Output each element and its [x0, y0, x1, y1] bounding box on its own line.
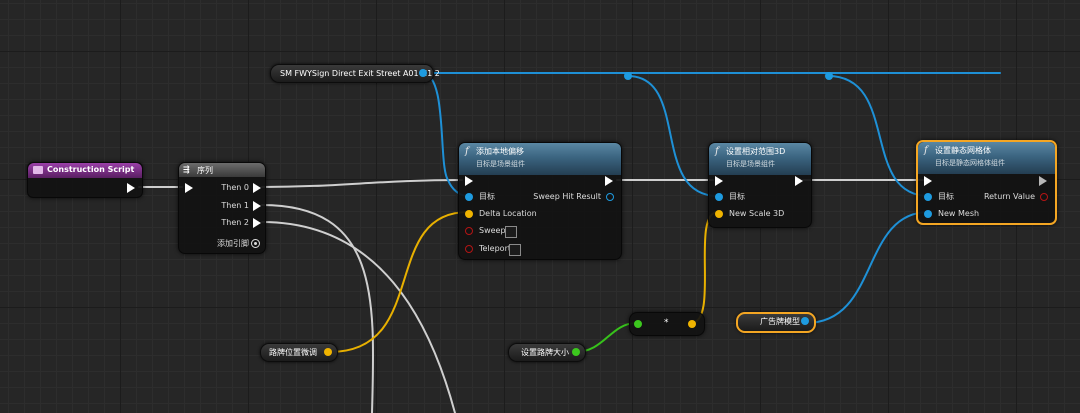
sweep-pin[interactable] — [465, 227, 473, 235]
delta-location-pin[interactable] — [465, 210, 473, 218]
object-output-pin[interactable] — [801, 317, 809, 325]
then2-pin[interactable] — [253, 218, 261, 228]
target-pin[interactable] — [465, 193, 473, 201]
exec-output-pin[interactable] — [605, 176, 613, 186]
exec-input-pin[interactable] — [185, 183, 193, 193]
exec-wire-then1 — [261, 204, 375, 413]
sm-mesh-variable-label: SM FWYSign Direct Exit Street A01 N1 2 — [280, 69, 440, 78]
reroute-knot-1 — [624, 72, 632, 80]
target-pin[interactable] — [924, 193, 932, 201]
target-label: 目标 — [479, 192, 495, 201]
multiply-symbol: * — [664, 318, 669, 328]
then2-label: Then 2 — [221, 218, 249, 227]
float-input-pin[interactable] — [634, 320, 642, 328]
object-wire-target-3 — [827, 75, 930, 197]
object-wire-target-2 — [627, 75, 719, 197]
multiply-node[interactable]: * — [629, 312, 705, 336]
construction-script-node[interactable]: Construction Script — [27, 162, 143, 198]
vector-output-pin[interactable] — [324, 348, 332, 356]
exec-output-pin[interactable] — [1039, 176, 1047, 186]
sm-mesh-variable-node[interactable]: SM FWYSign Direct Exit Street A01 N1 2 — [270, 64, 440, 83]
exec-output-pin[interactable] — [127, 183, 135, 193]
object-output-pin[interactable] — [419, 69, 427, 77]
set-static-mesh-header: f 设置静态网格体 目标是静态网格体组件 — [918, 142, 1055, 174]
sweep-label: Sweep — [479, 226, 506, 235]
sweep-checkbox[interactable] — [505, 226, 517, 238]
then1-label: Then 1 — [221, 201, 249, 210]
set-static-mesh-subtitle: 目标是静态网格体组件 — [935, 159, 1005, 167]
sign-offset-variable-node[interactable]: 路牌位置微调 — [260, 343, 338, 362]
function-icon: f — [465, 146, 469, 157]
target-label: 目标 — [938, 192, 954, 201]
exec-wire-then2 — [261, 221, 456, 413]
sequence-icon: ⇶ — [183, 165, 190, 174]
exec-input-pin[interactable] — [715, 176, 723, 186]
vector-wire-scale — [690, 211, 719, 324]
exec-input-pin[interactable] — [924, 176, 932, 186]
vector-output-pin[interactable] — [688, 320, 696, 328]
sign-offset-label: 路牌位置微调 — [269, 348, 317, 357]
new-scale-label: New Scale 3D — [729, 209, 785, 218]
teleport-checkbox[interactable] — [509, 244, 521, 256]
sequence-title: 序列 — [197, 166, 213, 175]
new-mesh-label: New Mesh — [938, 209, 980, 218]
new-mesh-pin[interactable] — [924, 210, 932, 218]
target-label: 目标 — [729, 192, 745, 201]
set-static-mesh-node[interactable]: f 设置静态网格体 目标是静态网格体组件 目标 Return Value New… — [916, 140, 1057, 225]
add-local-offset-title: 添加本地偏移 — [476, 147, 524, 156]
reroute-knot-2 — [825, 72, 833, 80]
sign-size-label: 设置路牌大小 — [521, 348, 569, 357]
set-relative-scale-node[interactable]: f 设置相对范围3D 目标是场景组件 目标 New Scale 3D — [708, 142, 812, 228]
exec-wire-then0 — [261, 179, 463, 188]
add-local-offset-subtitle: 目标是场景组件 — [476, 160, 525, 168]
vector-wire-delta — [329, 211, 469, 353]
function-icon: f — [715, 146, 719, 157]
construction-script-header: Construction Script — [28, 163, 142, 178]
exec-output-pin[interactable] — [795, 176, 803, 186]
set-relative-scale-subtitle: 目标是场景组件 — [726, 160, 775, 168]
new-scale-pin[interactable] — [715, 210, 723, 218]
add-local-offset-header: f 添加本地偏移 目标是场景组件 — [459, 143, 621, 175]
teleport-label: Teleport — [479, 244, 511, 253]
sequence-header: ⇶ 序列 — [179, 163, 265, 177]
sweep-hit-result-pin[interactable] — [606, 193, 614, 201]
float-output-pin[interactable] — [572, 348, 580, 356]
then0-pin[interactable] — [253, 183, 261, 193]
function-icon: f — [924, 145, 928, 156]
event-icon — [33, 166, 43, 174]
sequence-node[interactable]: ⇶ 序列 Then 0 Then 1 Then 2 添加引脚 — [178, 162, 266, 254]
set-relative-scale-title: 设置相对范围3D — [726, 147, 786, 156]
set-relative-scale-header: f 设置相对范围3D 目标是场景组件 — [709, 143, 811, 175]
billboard-model-variable-node[interactable]: 广告牌模型 — [736, 312, 816, 333]
construction-script-title: Construction Script — [47, 165, 135, 174]
then1-pin[interactable] — [253, 201, 261, 211]
add-local-offset-node[interactable]: f 添加本地偏移 目标是场景组件 目标 Sweep Hit Result Del… — [458, 142, 622, 260]
teleport-pin[interactable] — [465, 245, 473, 253]
delta-location-label: Delta Location — [479, 209, 537, 218]
then0-label: Then 0 — [221, 183, 249, 192]
blueprint-graph-canvas[interactable]: SM FWYSign Direct Exit Street A01 N1 2 C… — [0, 0, 1080, 413]
billboard-model-label: 广告牌模型 — [760, 317, 800, 326]
sweep-hit-result-label: Sweep Hit Result — [533, 192, 601, 201]
exec-input-pin[interactable] — [465, 176, 473, 186]
add-pin-label[interactable]: 添加引脚 — [217, 239, 249, 249]
set-static-mesh-title: 设置静态网格体 — [935, 146, 991, 155]
return-value-label: Return Value — [983, 192, 1035, 201]
target-pin[interactable] — [715, 193, 723, 201]
sign-size-variable-node[interactable]: 设置路牌大小 — [508, 343, 586, 362]
return-value-pin[interactable] — [1040, 193, 1048, 201]
object-wire-new-mesh — [805, 211, 930, 324]
add-pin-icon[interactable] — [251, 239, 260, 248]
